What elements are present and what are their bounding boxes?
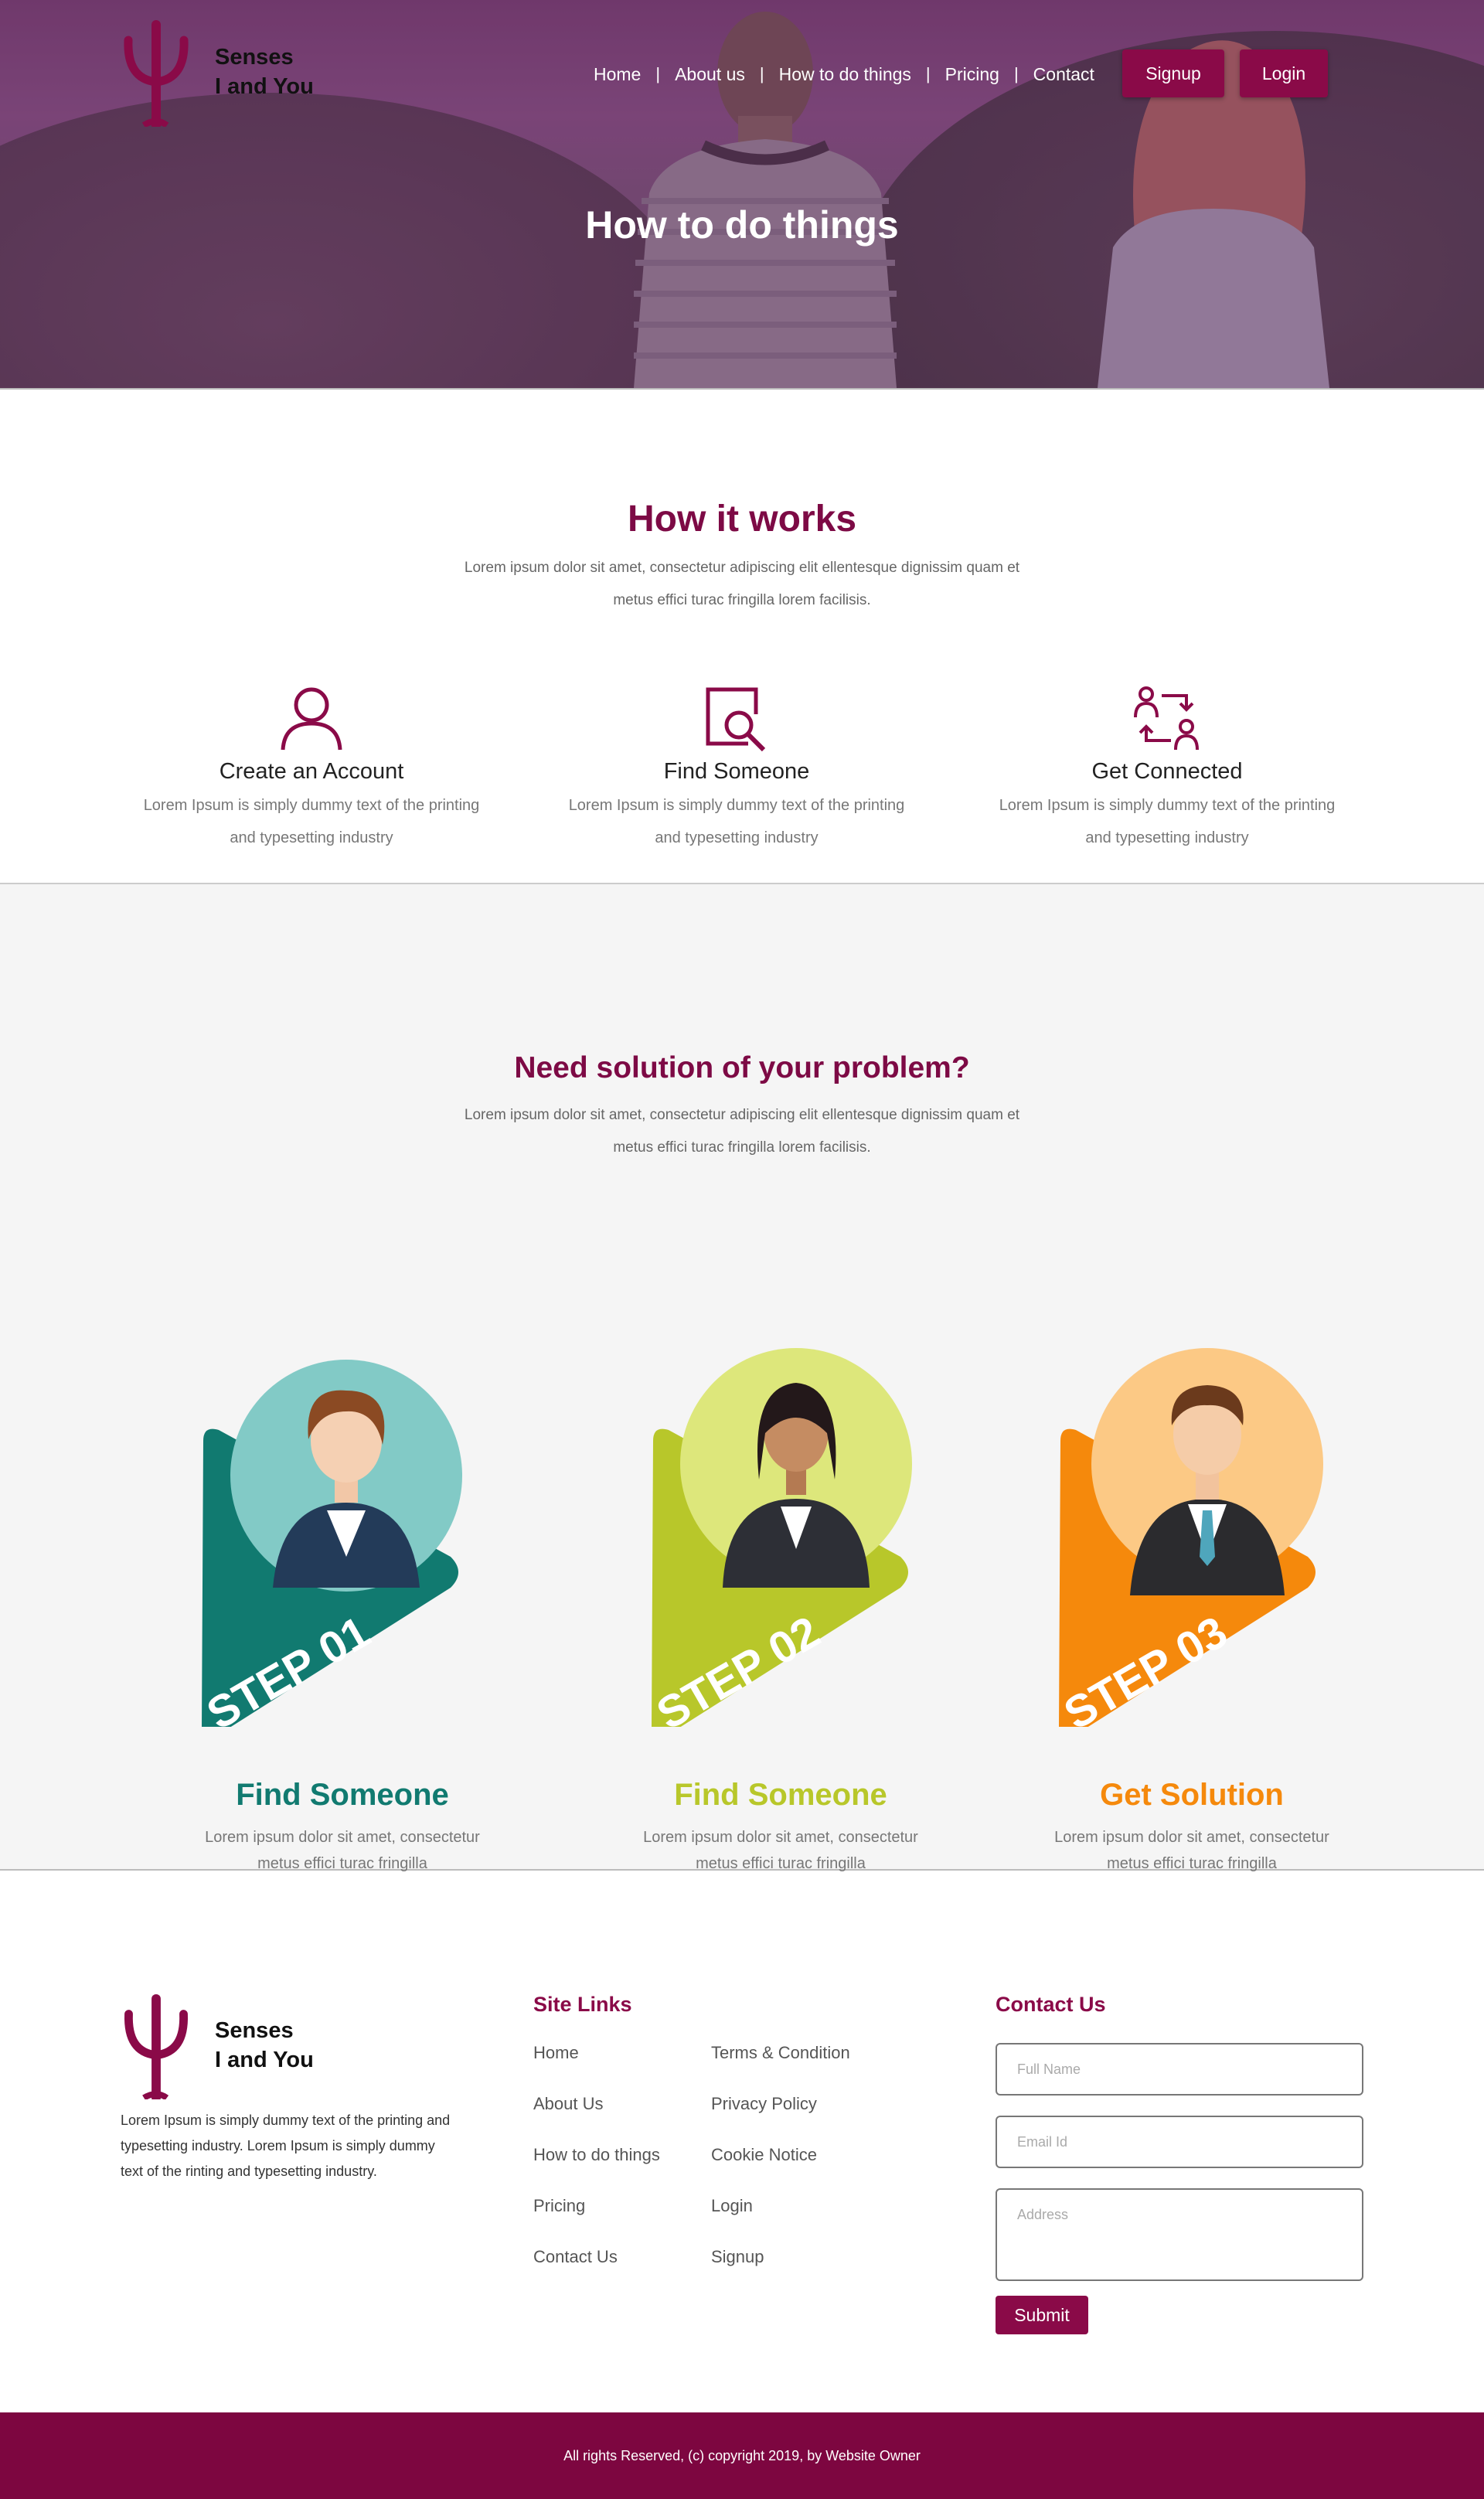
feature-desc-2: and typesetting industry — [1085, 829, 1249, 846]
step-desc-1: Lorem ipsum dolor sit amet, consectetur — [643, 1829, 918, 1846]
email-field[interactable]: Email Id — [996, 2116, 1363, 2168]
step-1-illustration: STEP 01 — [199, 1360, 462, 1739]
solution-subtitle-1: Lorem ipsum dolor sit amet, consectetur … — [464, 1107, 1020, 1123]
header-logo[interactable]: Senses I and You — [121, 17, 314, 127]
feature-desc-1: Lorem Ipsum is simply dummy text of the … — [143, 797, 480, 814]
signup-button[interactable]: Signup — [1122, 49, 1224, 97]
step-title: Find Someone — [674, 1778, 887, 1812]
nav-separator: | — [759, 64, 764, 83]
nav-contact[interactable]: Contact — [1033, 64, 1094, 85]
contact-title: Contact Us — [996, 1993, 1106, 2016]
brand-line2: I and You — [215, 2048, 314, 2072]
nav-pricing[interactable]: Pricing — [945, 64, 999, 85]
how-it-works-section: How it works Lorem ipsum dolor sit amet,… — [0, 388, 1484, 884]
solution-title: Need solution of your problem? — [514, 1051, 970, 1084]
step-desc-1: Lorem ipsum dolor sit amet, consectetur — [205, 1829, 480, 1846]
step-desc-2: metus effici turac fringilla — [696, 1855, 866, 1872]
nav-about[interactable]: About us — [675, 64, 745, 85]
feature-title: Create an Account — [219, 759, 404, 784]
nav-separator: | — [655, 64, 661, 83]
footer-link-login[interactable]: Login — [711, 2196, 753, 2216]
footer-link-privacy[interactable]: Privacy Policy — [711, 2094, 817, 2114]
solution-subtitle-2: metus effici turac fringilla lorem facil… — [613, 1139, 871, 1156]
solution-section: Need solution of your problem? Lorem ips… — [0, 884, 1484, 1872]
feature-get-connected: Get Connected Lorem Ipsum is simply dumm… — [966, 683, 1368, 854]
feature-title: Get Connected — [1091, 759, 1243, 784]
nav-how-to[interactable]: How to do things — [779, 64, 911, 85]
footer-link-home[interactable]: Home — [533, 2043, 579, 2063]
psi-logo-icon — [124, 20, 189, 127]
footer-link-signup[interactable]: Signup — [711, 2247, 764, 2267]
footer-link-about[interactable]: About Us — [533, 2094, 604, 2114]
step-desc-1: Lorem ipsum dolor sit amet, consectetur — [1054, 1829, 1329, 1846]
feature-desc-1: Lorem Ipsum is simply dummy text of the … — [568, 797, 905, 814]
login-button[interactable]: Login — [1240, 49, 1328, 97]
feature-create-account: Create an Account Lorem Ipsum is simply … — [111, 683, 512, 854]
site-links-title: Site Links — [533, 1993, 632, 2016]
how-it-works-subtitle-1: Lorem ipsum dolor sit amet, consectetur … — [464, 560, 1020, 576]
footer-about-line-3: text of the rinting and typesetting indu… — [121, 2164, 377, 2179]
brand-line1: Senses — [215, 45, 294, 70]
nav-separator: | — [1013, 64, 1019, 83]
step-desc-2: metus effici turac fringilla — [257, 1855, 427, 1872]
feature-desc-2: and typesetting industry — [230, 829, 393, 846]
footer-link-how-to[interactable]: How to do things — [533, 2145, 660, 2165]
footer-about-line-1: Lorem Ipsum is simply dummy text of the … — [121, 2113, 451, 2128]
step-card-1: STEP 01 Find Someone Lorem ipsum dolor s… — [172, 1232, 512, 1872]
page-title: How to do things — [585, 203, 899, 247]
step-title: Find Someone — [236, 1778, 449, 1812]
brand-line1: Senses — [215, 2018, 294, 2043]
feature-find-someone: Find Someone Lorem Ipsum is simply dummy… — [536, 683, 938, 854]
hero-banner: Senses I and You Home | About us | How t… — [0, 0, 1484, 388]
nav-separator: | — [925, 64, 931, 83]
footer-about-line-2: typesetting industry. Lorem Ipsum is sim… — [121, 2138, 435, 2153]
step-2-illustration: STEP 02 — [648, 1348, 912, 1739]
connect-icon — [1134, 686, 1199, 751]
submit-button[interactable]: Submit — [996, 2296, 1088, 2334]
footer-about: Lorem Ipsum is simply dummy text of the … — [121, 2108, 522, 2184]
footer-link-terms[interactable]: Terms & Condition — [711, 2043, 850, 2063]
footer-link-cookie[interactable]: Cookie Notice — [711, 2145, 817, 2165]
brand-line2: I and You — [215, 74, 314, 99]
copyright-bar: All rights Reserved, (c) copyright 2019,… — [0, 2412, 1484, 2499]
feature-desc-2: and typesetting industry — [655, 829, 819, 846]
search-icon — [706, 687, 766, 752]
how-it-works-title: How it works — [627, 499, 857, 540]
step-3-illustration: STEP 03 — [1056, 1348, 1323, 1739]
step-card-3: STEP 03 Get Solution Lorem ipsum dolor s… — [1022, 1232, 1362, 1872]
step-desc-2: metus effici turac fringilla — [1107, 1855, 1277, 1872]
user-icon — [281, 687, 342, 751]
copyright-text: All rights Reserved, (c) copyright 2019,… — [563, 2447, 921, 2463]
footer-link-contact[interactable]: Contact Us — [533, 2247, 618, 2267]
nav-home[interactable]: Home — [594, 64, 641, 85]
step-title: Get Solution — [1100, 1778, 1284, 1812]
full-name-field[interactable]: Full Name — [996, 2043, 1363, 2096]
how-it-works-subtitle-2: metus effici turac fringilla lorem facil… — [613, 592, 871, 608]
feature-desc-1: Lorem Ipsum is simply dummy text of the … — [999, 797, 1336, 814]
psi-logo-icon — [124, 1993, 188, 2099]
footer-logo[interactable]: Senses I and You — [121, 1991, 314, 2099]
main-nav: Home | About us | How to do things | Pri… — [594, 51, 1094, 97]
step-card-2: STEP 02 Find Someone Lorem ipsum dolor s… — [611, 1232, 951, 1872]
footer-link-pricing[interactable]: Pricing — [533, 2196, 585, 2216]
feature-title: Find Someone — [663, 759, 810, 784]
address-field[interactable]: Address — [996, 2188, 1363, 2281]
